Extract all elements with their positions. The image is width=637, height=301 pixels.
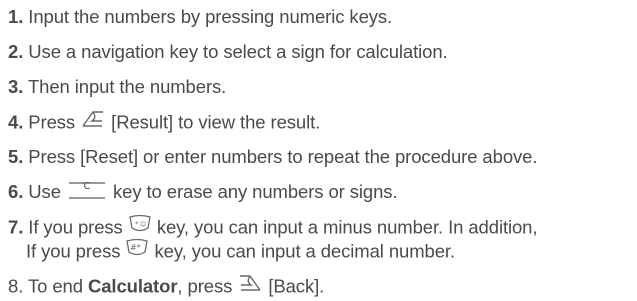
star-key-icon: * ☺ xyxy=(128,214,152,239)
step-text: Press [Reset] or enter numbers to repeat… xyxy=(28,146,538,167)
hash-key-icon: #* xyxy=(125,238,149,263)
step-number: 1. xyxy=(8,6,24,27)
step-number: 8. xyxy=(8,275,24,297)
svg-text:☺: ☺ xyxy=(140,221,146,228)
step-text-before: Use xyxy=(28,181,61,202)
step-8: 8. To end Calculator, press [Back]. xyxy=(8,275,324,300)
calculator-term: Calculator xyxy=(87,275,178,297)
step-text-after: [Result] to view the result. xyxy=(111,111,321,133)
step-number: 5. xyxy=(8,146,24,167)
step-text: Input the numbers by pressing numeric ke… xyxy=(28,6,393,27)
step-text-after: key, you can input a decimal number. xyxy=(154,240,456,262)
step-text-middle: , press xyxy=(177,275,233,297)
step-2: 2. Use a navigation key to select a sign… xyxy=(8,41,448,63)
step-number: 4. xyxy=(8,111,24,133)
step-1: 1. Input the numbers by pressing numeric… xyxy=(8,6,392,28)
step-text-after: key, you can input a minus number. In ad… xyxy=(156,216,538,238)
clear-key-label: C xyxy=(83,181,91,193)
calculator-instructions: 1. Input the numbers by pressing numeric… xyxy=(0,0,637,301)
left-soft-key-icon xyxy=(80,109,106,134)
step-7-line-2: If you press #* key, you can input a dec… xyxy=(26,238,456,265)
step-text-before: If you press xyxy=(26,240,121,262)
step-number: 3. xyxy=(8,76,24,97)
step-5: 5. Press [Reset] or enter numbers to rep… xyxy=(8,146,537,168)
step-number: 6. xyxy=(8,181,24,202)
right-soft-key-icon xyxy=(237,273,263,298)
step-7: 7. If you press * ☺ key, you can input a… xyxy=(8,214,538,241)
svg-text:#*: #* xyxy=(130,243,141,252)
step-text-before: To end xyxy=(27,275,83,297)
step-text-after: [Back]. xyxy=(268,275,325,297)
step-text-before: If you press xyxy=(28,216,123,238)
step-4: 4. Press [Result] to view the result. xyxy=(8,111,320,136)
step-text-before: Press xyxy=(28,111,76,133)
step-3: 3. Then input the numbers. xyxy=(8,76,226,98)
step-number: 2. xyxy=(8,41,24,62)
svg-text:*: * xyxy=(135,220,139,228)
step-text: Then input the numbers. xyxy=(27,76,227,97)
step-number: 7. xyxy=(8,216,24,238)
step-text: Use a navigation key to select a sign fo… xyxy=(28,41,448,62)
step-text-after: key to erase any numbers or signs. xyxy=(112,181,398,202)
clear-key-icon: C xyxy=(68,181,106,199)
step-6: 6. Use C key to erase any numbers or sig… xyxy=(8,181,398,203)
